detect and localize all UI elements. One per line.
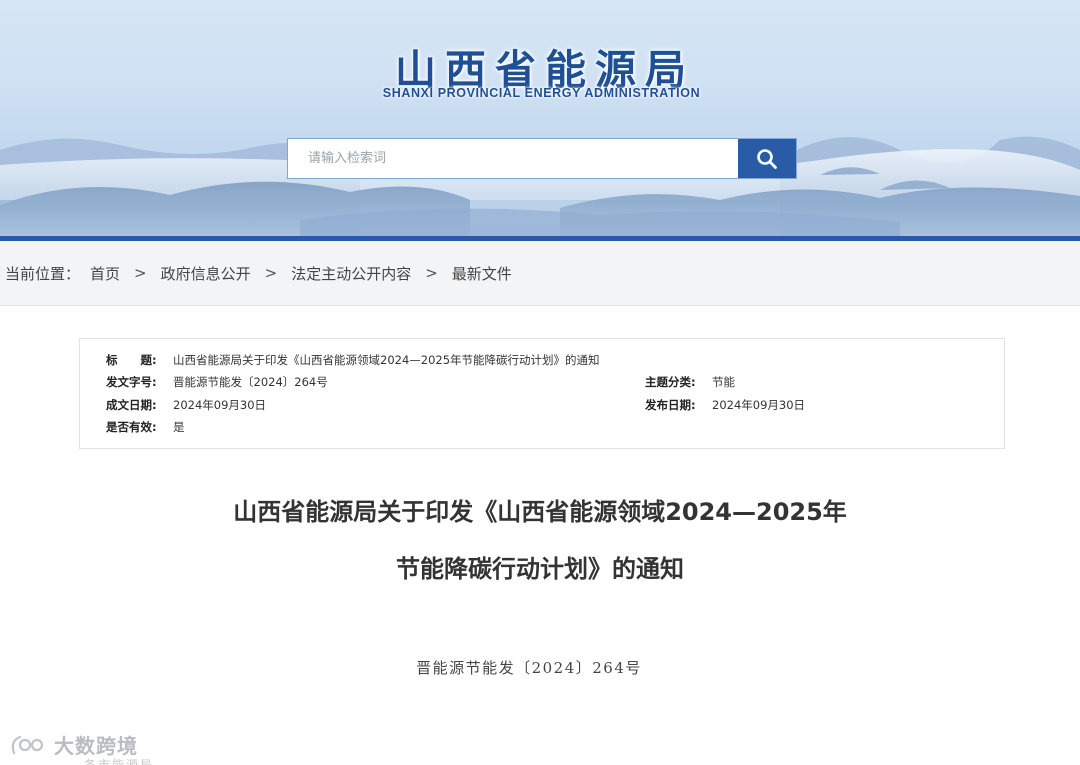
breadcrumb-statutory-content[interactable]: 法定主动公开内容 (291, 263, 411, 284)
search-bar (287, 138, 797, 179)
meta-category-label: 主题分类: (645, 375, 696, 389)
breadcrumb-prefix: 当前位置： (5, 264, 81, 283)
meta-title-row: 标 题: 山西省能源局关于印发《山西省能源领域2024—2025年节能降碳行动计划… (106, 352, 600, 368)
breadcrumb-separator: > (134, 264, 147, 282)
breadcrumb: 当前位置： 首页 > 政府信息公开 > 法定主动公开内容 > 最新文件 (0, 241, 1080, 306)
meta-category-value: 节能 (712, 375, 735, 389)
meta-title-value: 山西省能源局关于印发《山西省能源领域2024—2025年节能降碳行动计划》的通知 (173, 353, 600, 367)
breadcrumb-separator: > (264, 264, 278, 282)
meta-created-label: 成文日期: (106, 398, 157, 412)
meta-docno-row: 发文字号: 晋能源节能发〔2024〕264号 (106, 374, 328, 390)
site-header: 山西省能源局 SHANXI PROVINCIAL ENERGY ADMINIST… (0, 0, 1080, 236)
meta-valid-row: 是否有效: 是 (106, 419, 185, 435)
meta-valid-label: 是否有效: (106, 420, 157, 434)
meta-title-label: 标 题: (106, 353, 157, 367)
document-number: 晋能源节能发〔2024〕264号 (416, 659, 642, 677)
site-logo-english: SHANXI PROVINCIAL ENERGY ADMINISTRATION (382, 86, 701, 100)
breadcrumb-gov-info[interactable]: 政府信息公开 (161, 263, 251, 284)
search-icon (757, 148, 777, 169)
document-metadata-table: 标 题: 山西省能源局关于印发《山西省能源领域2024—2025年节能降碳行动计划… (79, 338, 1005, 449)
meta-docno-value: 晋能源节能发〔2024〕264号 (173, 375, 328, 389)
meta-published-value: 2024年09月30日 (712, 398, 806, 412)
meta-created-row: 成文日期: 2024年09月30日 (106, 397, 266, 413)
watermark-text: 大数跨境 (54, 734, 138, 758)
watermark-subtext: 各市能源局 (84, 758, 155, 765)
breadcrumb-separator: > (425, 264, 438, 282)
meta-published-label: 发布日期: (645, 398, 696, 412)
watermark-logo-icon (11, 735, 44, 754)
breadcrumb-latest-files[interactable]: 最新文件 (452, 263, 512, 284)
breadcrumb-home[interactable]: 首页 (90, 263, 120, 284)
document-title-line1: 山西省能源局关于印发《山西省能源领域2024—2025年 (233, 498, 847, 526)
meta-created-value: 2024年09月30日 (173, 398, 267, 412)
search-input[interactable] (288, 139, 738, 178)
meta-category-row: 主题分类: 节能 (645, 374, 735, 390)
document-title-line2: 节能降碳行动计划》的通知 (396, 555, 684, 583)
meta-published-row: 发布日期: 2024年09月30日 (645, 397, 805, 413)
search-button[interactable] (738, 139, 796, 178)
meta-valid-value: 是 (173, 420, 185, 434)
meta-docno-label: 发文字号: (106, 375, 157, 389)
watermark: 大数跨境 (8, 730, 138, 759)
